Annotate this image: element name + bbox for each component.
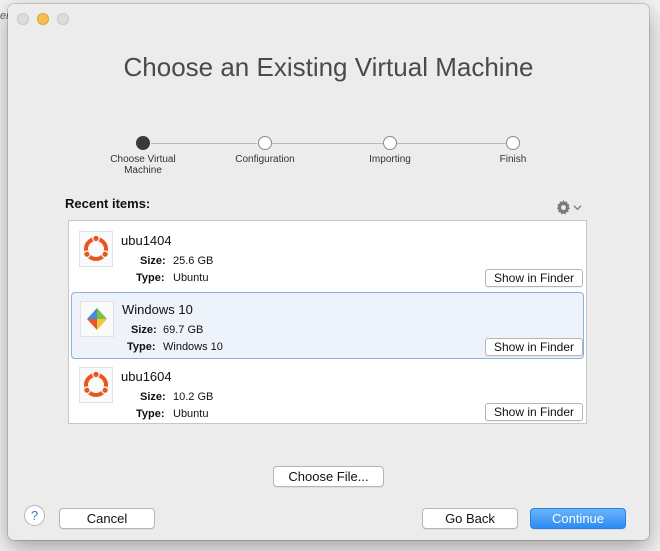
step-label-finish: Finish (499, 154, 527, 165)
vm-type-label: Type: (136, 272, 165, 284)
go-back-button[interactable]: Go Back (422, 508, 518, 529)
recent-actions-menu[interactable] (556, 200, 582, 215)
step-connector (397, 143, 506, 144)
vm-size-label: Size: (140, 391, 166, 403)
step-dot-importing (383, 136, 397, 150)
vm-size-label: Size: (131, 324, 157, 336)
choose-file-button[interactable]: Choose File... (273, 466, 384, 487)
show-in-finder-button[interactable]: Show in Finder (485, 269, 583, 287)
step-label-choose: Choose Virtual Machine (110, 154, 176, 176)
recent-items-label: Recent items: (65, 196, 151, 211)
vm-size: 10.2 GB (173, 391, 214, 403)
step-label-importing: Importing (369, 154, 411, 165)
step-connector (151, 143, 257, 144)
chevron-down-icon (573, 203, 582, 212)
question-icon: ? (30, 508, 39, 523)
vm-type: Ubuntu (173, 408, 209, 420)
step-dot-finish (506, 136, 520, 150)
step-dot-configuration (258, 136, 272, 150)
list-item[interactable]: ubu1604 Size: 10.2 GB Type: Ubuntu Show … (69, 359, 586, 426)
vm-size: 69.7 GB (163, 324, 204, 336)
import-dialog: Choose an Existing Virtual Machine Choos… (8, 4, 649, 540)
vm-name: ubu1404 (121, 233, 172, 248)
gear-icon (556, 200, 571, 215)
step-label-configuration: Configuration (235, 154, 295, 165)
recent-vm-list: ubu1404 Size: 25.6 GB Type: Ubuntu Show … (68, 220, 587, 424)
cancel-button[interactable]: Cancel (59, 508, 155, 529)
vm-type-label: Type: (127, 341, 156, 353)
vm-name: Windows 10 (122, 302, 193, 317)
vm-type-label: Type: (136, 408, 165, 420)
vm-size-label: Size: (140, 255, 166, 267)
windows-icon (80, 301, 114, 337)
continue-button[interactable]: Continue (530, 508, 626, 529)
zoom-window-button[interactable] (57, 13, 69, 25)
vm-name: ubu1604 (121, 369, 172, 384)
vm-type: Windows 10 (163, 341, 223, 353)
close-window-button[interactable] (17, 13, 29, 25)
vm-type: Ubuntu (173, 272, 209, 284)
step-dot-choose (136, 136, 150, 150)
progress-stepper: Choose Virtual Machine Configuration Imp… (8, 136, 649, 186)
minimize-window-button[interactable] (37, 13, 49, 25)
list-item-selected[interactable]: Windows 10 Size: 69.7 GB Type: Windows 1… (71, 292, 584, 359)
show-in-finder-button[interactable]: Show in Finder (485, 338, 583, 356)
help-button[interactable]: ? (24, 505, 45, 526)
page-title: Choose an Existing Virtual Machine (123, 52, 534, 82)
show-in-finder-button[interactable]: Show in Finder (485, 403, 583, 421)
ubuntu-icon (79, 231, 113, 267)
vm-size: 25.6 GB (173, 255, 214, 267)
step-connector (272, 143, 383, 144)
list-item[interactable]: ubu1404 Size: 25.6 GB Type: Ubuntu Show … (69, 223, 586, 290)
window-controls (17, 13, 69, 25)
ubuntu-icon (79, 367, 113, 403)
